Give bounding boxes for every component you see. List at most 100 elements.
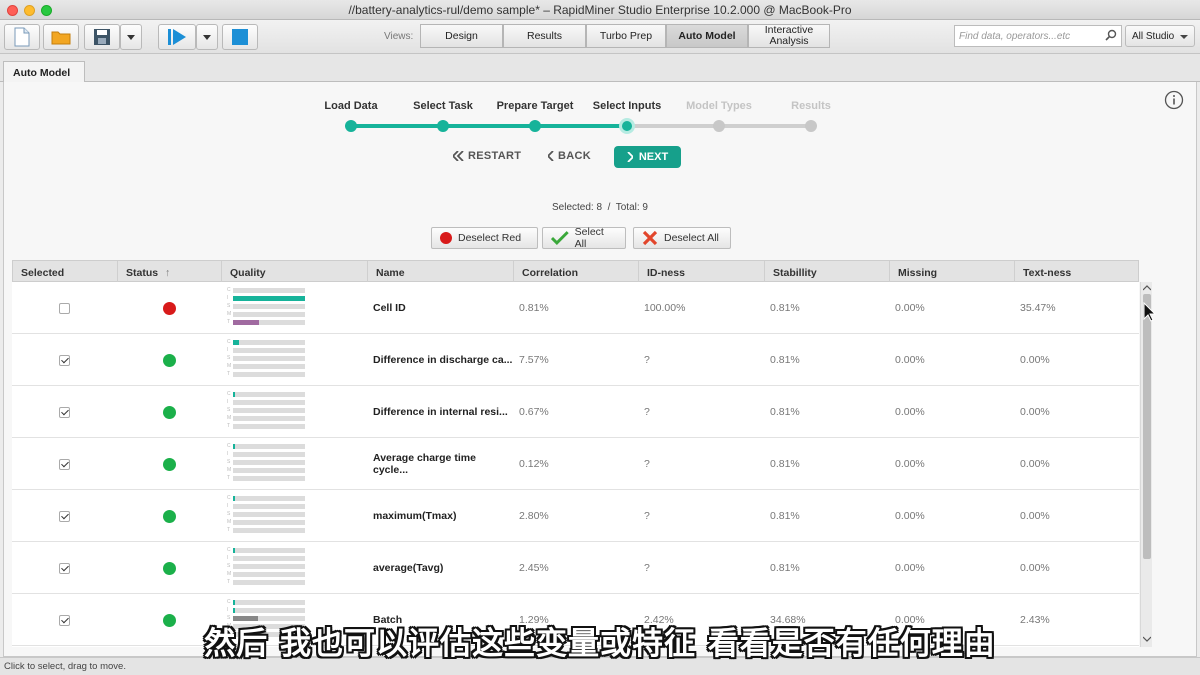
step-dot-select-task[interactable] (437, 120, 449, 132)
new-process-button[interactable] (4, 24, 40, 50)
table-row[interactable]: C I S M T Cell ID 0.81% 100.00% 0.81% 0.00% 35.47% (12, 282, 1139, 334)
column-header-selected[interactable]: Selected (13, 261, 118, 283)
run-button[interactable] (158, 24, 196, 50)
open-button[interactable] (43, 24, 79, 50)
column-header-label: Stabillity (773, 267, 817, 279)
quality-letter: T (227, 319, 231, 325)
stop-button[interactable] (222, 24, 258, 50)
column-header-quality[interactable]: Quality (222, 261, 368, 283)
view-tab-auto-model[interactable]: Auto Model (666, 24, 748, 48)
quality-bars: CISMT (227, 546, 307, 590)
table-scrollbar[interactable] (1140, 282, 1152, 647)
quality-bar-track (233, 416, 305, 421)
step-label-select-inputs: Select Inputs (592, 100, 662, 112)
column-header-name[interactable]: Name (368, 261, 514, 283)
step-dot-prepare-target[interactable] (529, 120, 541, 132)
row-select-checkbox[interactable] (59, 406, 70, 418)
deselect-all-button[interactable]: Deselect All (633, 227, 731, 249)
view-tab-turbo-prep[interactable]: Turbo Prep (586, 24, 666, 48)
deselect-red-button[interactable]: Deselect Red (431, 227, 538, 249)
row-select-checkbox[interactable] (59, 562, 70, 574)
quality-letter: C (227, 391, 231, 397)
quality-bars: CISMT (227, 390, 307, 434)
stability-cell: 0.81% (770, 458, 800, 470)
view-tab-design[interactable]: Design (420, 24, 503, 48)
view-tab-interactive-analysis[interactable]: Interactive Analysis (748, 24, 830, 48)
chevron-down-icon (127, 34, 135, 40)
search-scope-select[interactable]: All Studio (1125, 25, 1195, 47)
column-header-correlation[interactable]: Correlation (514, 261, 639, 283)
back-button[interactable]: BACK (548, 150, 591, 162)
selected-cell (12, 542, 117, 594)
panel-tab-auto-model[interactable]: Auto Model (3, 61, 85, 83)
panel-tab-strip: Auto Model (0, 54, 1200, 83)
status-indicator-icon (162, 405, 176, 419)
step-dot-load-data[interactable] (345, 120, 357, 132)
column-header-text-ness[interactable]: Text-ness (1015, 261, 1140, 283)
stability-cell: 0.81% (770, 406, 800, 418)
quality-cell: CISMT (221, 282, 367, 334)
missing-cell: 0.00% (895, 302, 925, 314)
selected-cell (12, 386, 117, 438)
quality-letter: I (227, 607, 229, 613)
select-all-button[interactable]: Select All (542, 226, 626, 250)
run-icon (168, 29, 186, 45)
attribute-name-cell: maximum(Tmax) (373, 510, 457, 522)
id-ness-cell: ? (644, 562, 650, 574)
step-dot-select-inputs[interactable] (619, 118, 635, 134)
column-header-label: Missing (898, 267, 938, 279)
row-select-checkbox[interactable] (59, 302, 70, 314)
quality-bar-track (233, 356, 305, 361)
quality-letter: C (227, 443, 231, 449)
save-button[interactable] (84, 24, 120, 50)
quality-bar-track (233, 572, 305, 577)
correlation-cell: 0.67% (519, 406, 549, 418)
column-header-label: Name (376, 267, 405, 279)
back-label: BACK (558, 150, 591, 162)
table-row[interactable]: C I S M T Difference in internal resi... 0.67%… (12, 386, 1139, 438)
save-options-dropdown[interactable] (120, 24, 142, 50)
status-indicator-icon (162, 457, 176, 471)
chevron-right-icon (627, 152, 633, 162)
view-tab-results[interactable]: Results (503, 24, 586, 48)
quality-bar-track (233, 372, 305, 377)
row-select-checkbox[interactable] (59, 458, 70, 470)
quality-letter: C (227, 495, 231, 501)
next-button[interactable]: NEXT (614, 146, 681, 168)
quality-bar-fill (233, 340, 239, 345)
quality-letter: T (227, 423, 231, 429)
run-options-dropdown[interactable] (196, 24, 218, 50)
global-search-input[interactable]: Find data, operators...etc (954, 25, 1122, 47)
quality-letter: M (227, 415, 232, 421)
search-scope-value: All Studio (1132, 31, 1175, 42)
window-title: //battery-analytics-rul/demo sample* – R… (348, 3, 852, 17)
table-row[interactable]: C I S M Tmaximum(Tmax) 2.80%? 0.81% 0.00% 0.00% (12, 490, 1139, 542)
column-header-missing[interactable]: Missing (890, 261, 1015, 283)
id-ness-cell: ? (644, 510, 650, 522)
quality-cell: CISMT (221, 386, 367, 438)
open-folder-icon (51, 31, 71, 45)
quality-bar-track (233, 528, 305, 533)
table-row[interactable]: C I S M T Difference in discharge ca... 7.57%?… (12, 334, 1139, 386)
restart-button[interactable]: RESTART (453, 150, 521, 162)
quality-letter: T (227, 371, 231, 377)
search-icon[interactable] (1105, 29, 1117, 41)
scroll-up-icon[interactable] (1143, 284, 1151, 292)
quality-bar-fill (233, 320, 259, 325)
next-label: NEXT (638, 151, 669, 163)
quality-bar-track (233, 468, 305, 473)
column-header-id-ness[interactable]: ID-ness (639, 261, 765, 283)
row-select-checkbox[interactable] (59, 510, 70, 522)
column-header-stability[interactable]: Stabillity (765, 261, 890, 283)
status-cell (117, 490, 221, 542)
quality-bar-fill (233, 548, 235, 553)
row-select-checkbox[interactable] (59, 354, 70, 366)
quality-bar-track (233, 348, 305, 353)
selection-summary: Selected: 8 / Total: 9 (552, 202, 648, 213)
table-row[interactable]: C I S M Taverage(Tavg) 2.45%? 0.81% 0.00% 0.00% (12, 542, 1139, 594)
column-header-status[interactable]: Status ↑ (118, 261, 222, 283)
scrollbar-thumb[interactable] (1143, 294, 1151, 559)
table-row[interactable]: C I S M T Average charge time cycle... 0.12%? 0… (12, 438, 1139, 490)
new-process-icon (14, 27, 30, 47)
quality-letter: I (227, 399, 229, 405)
